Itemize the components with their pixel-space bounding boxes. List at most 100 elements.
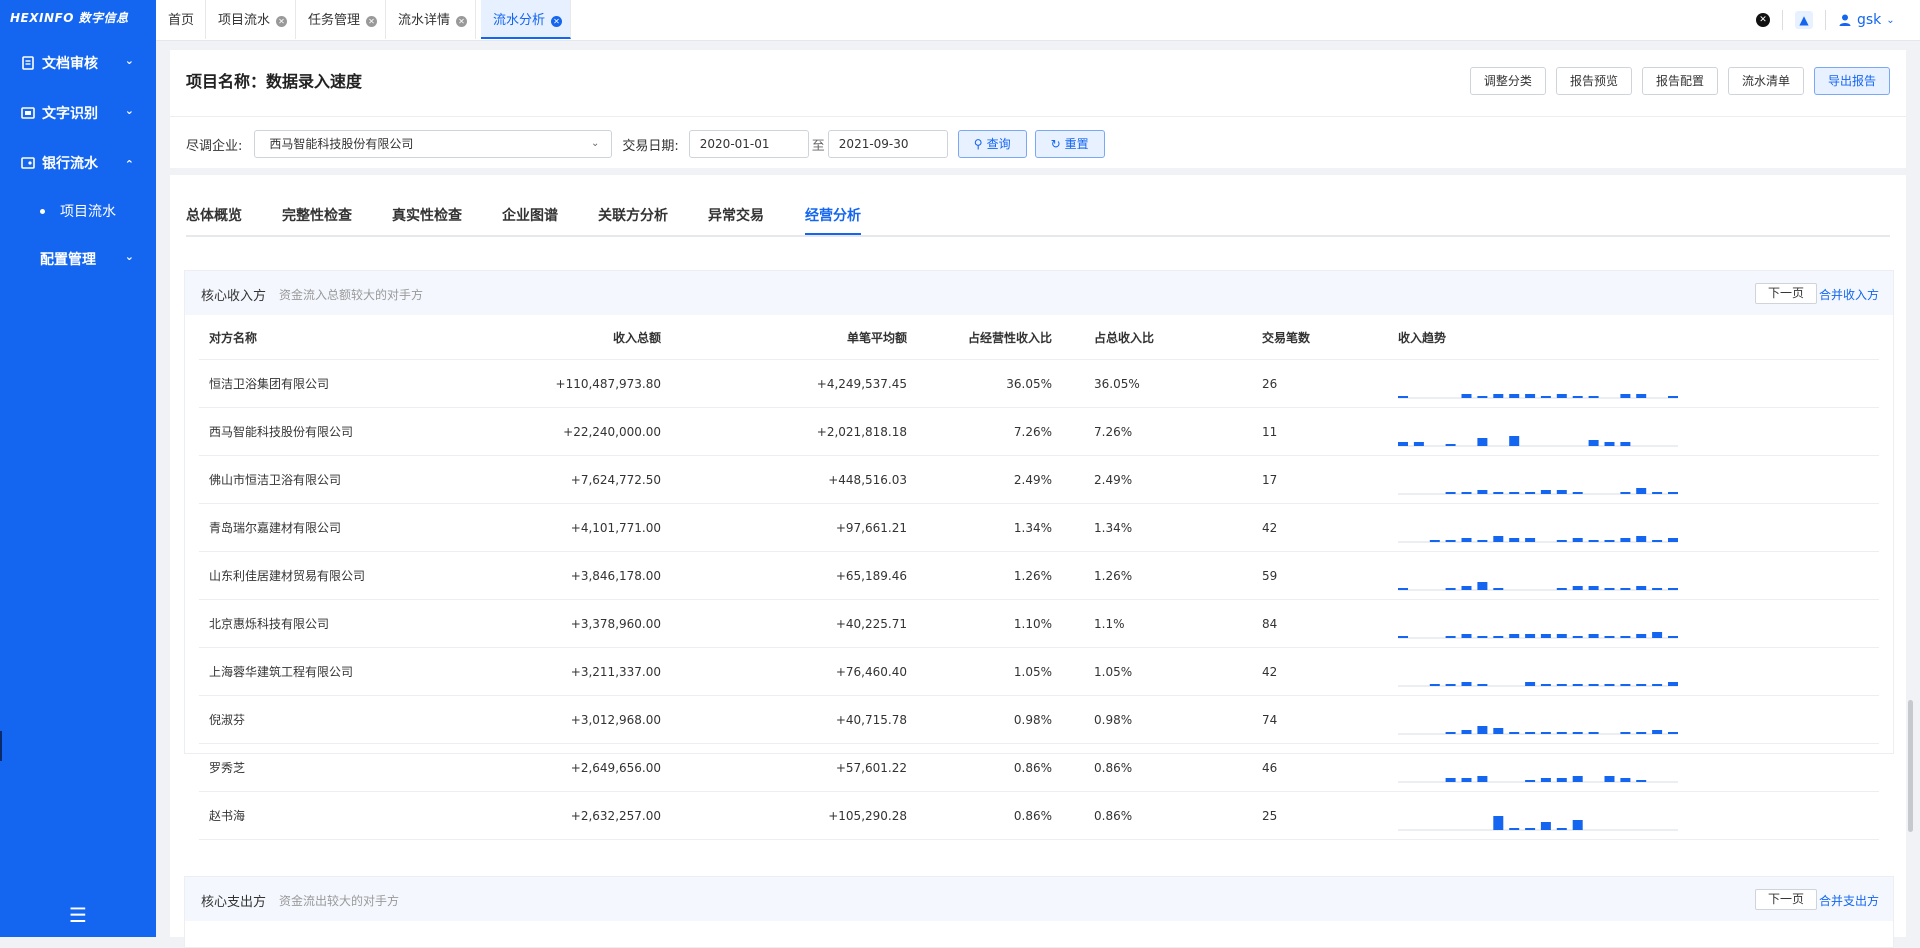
table-row[interactable]: 恒洁卫浴集团有限公司 +110,487,973.80 +4,249,537.45 36… xyxy=(199,359,1879,408)
td-name[interactable]: 西马智能科技股份有限公司 xyxy=(199,407,399,456)
scrollbar[interactable] xyxy=(1908,700,1913,832)
income-table: 对方名称 收入总额 单笔平均额 占经营性收入比 占总收入比 交易笔数 收入趋势 … xyxy=(199,315,1879,840)
sidebar-subitem-project-flow[interactable]: 项目流水 xyxy=(0,188,156,234)
td-total: +22,240,000.00 xyxy=(399,407,661,456)
company-select[interactable]: 西马智能科技股份有限公司 ⌄ xyxy=(254,130,613,158)
trend-bar xyxy=(1493,727,1504,734)
td-avg: +105,290.28 xyxy=(661,791,907,840)
table-row[interactable]: 青岛瑞尔嘉建材有限公司 +4,101,771.00 +97,661.21 1.34% 1… xyxy=(199,503,1879,552)
sidebar-item-config[interactable]: 配置管理 ⌄ xyxy=(0,234,156,284)
sidebar-item-ocr[interactable]: 文字识别 ⌄ xyxy=(0,88,156,138)
tab-flow-detail[interactable]: 流水详情 ✕ xyxy=(386,0,476,39)
td-op-ratio: 7.26% xyxy=(907,407,1052,456)
trend-bar xyxy=(1493,635,1504,638)
menu-fold-icon[interactable]: ☰ xyxy=(0,903,156,927)
close-icon[interactable]: ✕ xyxy=(366,16,378,27)
trend-bar xyxy=(1477,635,1488,638)
adjust-category-button[interactable]: 调整分类 xyxy=(1469,67,1546,95)
close-icon[interactable]: ✕ xyxy=(456,16,468,27)
trend-bar xyxy=(1620,537,1631,542)
tab-task-manage[interactable]: 任务管理 ✕ xyxy=(296,0,386,39)
tab-related-party[interactable]: 关联方分析 xyxy=(598,205,668,225)
panel-desc: 资金流出较大的对手方 xyxy=(279,894,400,908)
td-name[interactable]: 罗秀芝 xyxy=(199,743,399,792)
trend-bar xyxy=(1620,731,1631,734)
export-report-button[interactable]: 导出报告 xyxy=(1813,67,1890,95)
next-page-button[interactable]: 下一页 xyxy=(1754,889,1817,910)
trend-bar xyxy=(1540,633,1551,638)
tab-business-analysis[interactable]: 经营分析 xyxy=(805,205,861,235)
td-name[interactable]: 赵书海 xyxy=(199,791,399,840)
tab-label: 首页 xyxy=(168,13,195,28)
trend-bar xyxy=(1461,393,1472,398)
trend-bar xyxy=(1461,537,1472,542)
td-name[interactable]: 山东利佳居建材贸易有限公司 xyxy=(199,551,399,600)
td-spacer xyxy=(1679,743,1879,792)
sidebar-item-doc-review[interactable]: 文档审核 ⌄ xyxy=(0,38,156,88)
income-trend-chart xyxy=(1398,435,1678,446)
project-header: 项目名称：数据录入速度 调整分类 报告预览 报告配置 流水清单 导出报告 尽调企… xyxy=(170,50,1906,168)
report-preview-button[interactable]: 报告预览 xyxy=(1555,67,1632,95)
td-total-ratio: 1.1% xyxy=(1052,599,1194,648)
reset-label: 重置 xyxy=(1064,137,1089,151)
panel-header: 核心收入方 资金流入总额较大的对手方 下一页 合并收入方 xyxy=(185,271,1893,315)
td-name[interactable]: 青岛瑞尔嘉建材有限公司 xyxy=(199,503,399,552)
trend-bar xyxy=(1525,779,1536,782)
trend-bar xyxy=(1604,775,1615,782)
trend-bar xyxy=(1620,587,1631,590)
merge-expense-link[interactable]: 合并支出方 xyxy=(1819,892,1879,909)
tab-flow-analysis[interactable]: 流水分析 ✕ xyxy=(481,0,571,39)
tab-authenticity[interactable]: 真实性检查 xyxy=(392,205,462,225)
date-from-input[interactable]: 2020-01-01 xyxy=(688,130,809,158)
close-all-icon[interactable]: ✕ xyxy=(1756,13,1770,27)
table-row[interactable]: 北京惠烁科技有限公司 +3,378,960.00 +40,225.71 1.10% 1.… xyxy=(199,599,1879,648)
table-row[interactable]: 罗秀芝 +2,649,656.00 +57,601.22 0.86% 0.86% 46 xyxy=(199,743,1879,792)
td-total: +110,487,973.80 xyxy=(399,359,661,408)
tab-enterprise-graph[interactable]: 企业图谱 xyxy=(502,205,558,225)
date-to-input[interactable]: 2021-09-30 xyxy=(827,130,948,158)
table-row[interactable]: 倪淑芬 +3,012,968.00 +40,715.78 0.98% 0.98% 74 xyxy=(199,695,1879,744)
query-button[interactable]: ⚲ 查询 xyxy=(957,130,1027,158)
table-row[interactable]: 佛山市恒洁卫浴有限公司 +7,624,772.50 +448,516.03 2.49%… xyxy=(199,455,1879,504)
td-name[interactable]: 恒洁卫浴集团有限公司 xyxy=(199,359,399,408)
tab-completeness[interactable]: 完整性检查 xyxy=(282,205,352,225)
tab-label: 任务管理 xyxy=(308,13,361,28)
tab-home[interactable]: 首页 xyxy=(156,0,206,39)
td-name[interactable]: 倪淑芬 xyxy=(199,695,399,744)
table-row[interactable]: 西马智能科技股份有限公司 +22,240,000.00 +2,021,818.18 7… xyxy=(199,407,1879,456)
td-avg: +40,225.71 xyxy=(661,599,907,648)
td-avg: +448,516.03 xyxy=(661,455,907,504)
trend-bar xyxy=(1652,631,1663,638)
trend-bar xyxy=(1636,487,1647,494)
close-icon[interactable]: ✕ xyxy=(551,16,563,27)
reset-button[interactable]: ↻ 重置 xyxy=(1034,130,1105,158)
tab-overview[interactable]: 总体概览 xyxy=(186,205,242,225)
user-menu[interactable]: gsk ⌄ xyxy=(1838,12,1895,28)
next-page-button[interactable]: 下一页 xyxy=(1754,283,1817,304)
trend-bar xyxy=(1652,491,1663,494)
trend-bar xyxy=(1620,777,1631,782)
sidebar-item-label: 文字识别 xyxy=(42,106,98,122)
report-config-button[interactable]: 报告配置 xyxy=(1641,67,1718,95)
td-name[interactable]: 上海蓉华建筑工程有限公司 xyxy=(199,647,399,696)
tab-abnormal-trade[interactable]: 异常交易 xyxy=(708,205,764,225)
merge-income-link[interactable]: 合并收入方 xyxy=(1819,286,1879,303)
trend-bar xyxy=(1572,585,1583,590)
trend-bar xyxy=(1525,633,1536,638)
table-row[interactable]: 山东利佳居建材贸易有限公司 +3,846,178.00 +65,189.46 1.26… xyxy=(199,551,1879,600)
close-icon[interactable]: ✕ xyxy=(276,16,288,27)
panel-title: 核心支出方 xyxy=(201,895,267,910)
td-trend xyxy=(1380,455,1679,504)
td-name[interactable]: 北京惠烁科技有限公司 xyxy=(199,599,399,648)
tab-project-flow[interactable]: 项目流水 ✕ xyxy=(206,0,296,39)
td-op-ratio: 2.49% xyxy=(907,455,1052,504)
sidebar-item-bank-statement[interactable]: 银行流水 ⌃ xyxy=(0,138,156,188)
shirt-icon[interactable]: ▲ xyxy=(1795,11,1813,29)
trend-bar xyxy=(1445,731,1456,734)
trend-bar xyxy=(1540,489,1551,494)
flow-list-button[interactable]: 流水清单 xyxy=(1727,67,1804,95)
table-row[interactable]: 赵书海 +2,632,257.00 +105,290.28 0.86% 0.86% 25 xyxy=(199,791,1879,840)
trend-bar xyxy=(1572,395,1583,398)
td-name[interactable]: 佛山市恒洁卫浴有限公司 xyxy=(199,455,399,504)
table-row[interactable]: 上海蓉华建筑工程有限公司 +3,211,337.00 +76,460.40 1.05%… xyxy=(199,647,1879,696)
